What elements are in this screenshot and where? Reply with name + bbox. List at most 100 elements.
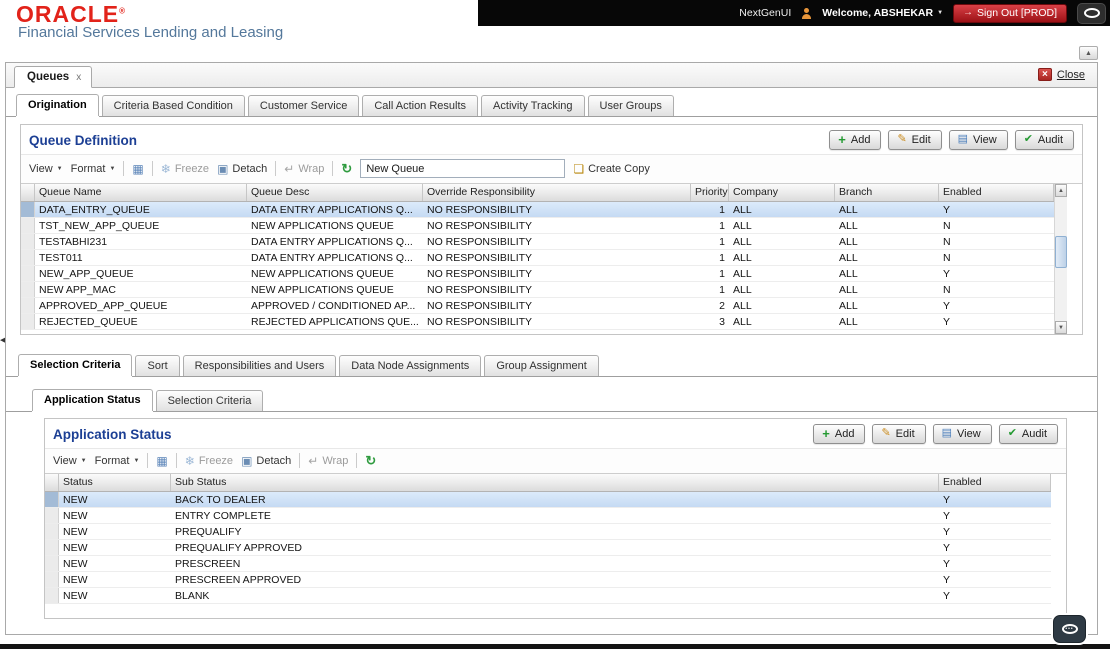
column-header-queue-name[interactable]: Queue Name [35, 184, 247, 201]
row-gutter [21, 314, 35, 329]
main-tab[interactable]: Criteria Based Condition [101, 95, 245, 116]
chat-widget-button[interactable]: ••• [1053, 615, 1086, 643]
new-queue-input[interactable] [360, 159, 566, 178]
cell-branch: ALL [839, 283, 858, 296]
refresh-button[interactable]: ↻ [365, 454, 376, 467]
cell-queue-desc: DATA ENTRY APPLICATIONS Q... [251, 235, 413, 248]
audit-button[interactable]: ✔ Audit [998, 424, 1058, 444]
main-tab-label: Customer Service [259, 100, 348, 112]
main-tab[interactable]: Origination [16, 94, 99, 116]
table-row[interactable]: NEW ENTRY COMPLETE Y [45, 508, 1051, 524]
view-button[interactable]: ▤ View [932, 424, 992, 444]
column-header-sub-status[interactable]: Sub Status [171, 474, 939, 491]
table-row[interactable]: NEW PRESCREEN APPROVED Y [45, 572, 1051, 588]
cell-company: ALL [733, 315, 752, 328]
freeze-button[interactable]: ❄ Freeze [185, 455, 233, 467]
signout-icon: → [963, 6, 974, 18]
signout-button[interactable]: → Sign Out [PROD] [953, 3, 1067, 23]
view-icon: ▤ [941, 427, 953, 439]
sub-tab[interactable]: Application Status [32, 389, 153, 411]
table-row[interactable]: NEW PRESCREEN Y [45, 556, 1051, 572]
wrap-button[interactable]: ↵ Wrap [308, 455, 348, 467]
freeze-icon: ❄ [184, 453, 195, 468]
add-button[interactable]: + Add [813, 424, 866, 444]
close-link[interactable]: × Close [1037, 68, 1085, 81]
column-header-enabled[interactable]: Enabled [939, 184, 1054, 201]
query-by-example-button[interactable]: ▦ [132, 163, 143, 175]
cell-enabled: Y [943, 557, 951, 570]
cell-queue-desc: DATA ENTRY APPLICATIONS Q... [251, 203, 413, 216]
selection-tab-label: Selection Criteria [30, 359, 121, 371]
selection-tab[interactable]: Sort [135, 355, 180, 376]
selection-tab[interactable]: Group Assignment [484, 355, 599, 376]
scroll-down-button[interactable]: ▼ [1055, 321, 1067, 334]
row-gutter [45, 556, 59, 571]
main-tab[interactable]: Call Action Results [362, 95, 479, 116]
cell-status: NEW [63, 557, 88, 570]
main-tab[interactable]: Customer Service [247, 95, 360, 116]
column-header-queue-desc[interactable]: Queue Desc [247, 184, 423, 201]
detach-button[interactable]: ▣ Detach [217, 163, 267, 175]
format-menu[interactable]: Format ▼ [95, 455, 140, 467]
table-row[interactable]: NEW_APP_QUEUE NEW APPLICATIONS QUEUE NO … [21, 266, 1054, 282]
format-menu[interactable]: Format ▼ [71, 163, 116, 175]
app-header: ORACLE® Financial Services Lending and L… [0, 0, 1110, 46]
scrollbar-thumb[interactable] [1055, 236, 1067, 268]
row-gutter [21, 234, 35, 249]
scroll-up-button[interactable]: ▲ [1055, 184, 1067, 197]
column-header-company[interactable]: Company [729, 184, 835, 201]
column-header-override-responsibility[interactable]: Override Responsibility [423, 184, 691, 201]
view-button[interactable]: ▤ View [948, 130, 1008, 150]
selection-tab[interactable]: Selection Criteria [18, 354, 133, 376]
view-menu[interactable]: View ▼ [53, 455, 87, 467]
main-tab-label: Activity Tracking [493, 100, 573, 112]
query-by-example-button[interactable]: ▦ [156, 455, 167, 467]
column-header-status[interactable]: Status [59, 474, 171, 491]
main-tab[interactable]: User Groups [587, 95, 674, 116]
cell-status: NEW [63, 525, 88, 538]
table-row[interactable]: TESTABHI231 DATA ENTRY APPLICATIONS Q...… [21, 234, 1054, 250]
chat-icon[interactable] [1077, 2, 1106, 24]
tab-close-icon[interactable]: x [76, 72, 81, 83]
queues-tab[interactable]: Queues x [14, 66, 93, 88]
table-row[interactable]: TEST011 DATA ENTRY APPLICATIONS Q... NO … [21, 250, 1054, 266]
cell-branch: ALL [839, 203, 858, 216]
cell-branch: ALL [839, 219, 858, 232]
table-row[interactable]: NEW PREQUALIFY APPROVED Y [45, 540, 1051, 556]
main-tab[interactable]: Activity Tracking [481, 95, 585, 116]
table-row[interactable]: NEW BLANK Y [45, 588, 1051, 604]
table-row[interactable]: NEW BACK TO DEALER Y [45, 492, 1051, 508]
cell-company: ALL [733, 235, 752, 248]
table-row[interactable]: DATA_ENTRY_QUEUE DATA ENTRY APPLICATIONS… [21, 202, 1054, 218]
close-label: Close [1056, 68, 1085, 81]
table-row[interactable]: NEW PREQUALIFY Y [45, 524, 1051, 540]
table-row[interactable]: TST_NEW_APP_QUEUE NEW APPLICATIONS QUEUE… [21, 218, 1054, 234]
selection-tab[interactable]: Data Node Assignments [339, 355, 482, 376]
column-header-priority[interactable]: Priority [691, 184, 729, 201]
page-scroll-up-button[interactable]: ▲ [1079, 46, 1098, 60]
row-gutter [21, 298, 35, 313]
column-header-enabled[interactable]: Enabled [939, 474, 1051, 491]
create-copy-label: Create Copy [588, 162, 650, 175]
view-menu[interactable]: View ▼ [29, 163, 63, 175]
create-copy-button[interactable]: ❏ Create Copy [573, 163, 650, 175]
welcome-user-menu[interactable]: Welcome, ABSHEKAR ▼ [822, 7, 943, 19]
column-header-branch[interactable]: Branch [835, 184, 939, 201]
selection-tab[interactable]: Responsibilities and Users [182, 355, 337, 376]
edit-button[interactable]: ✎ Edit [872, 424, 926, 444]
edit-label: Edit [895, 427, 915, 440]
wrap-button[interactable]: ↵ Wrap [284, 163, 324, 175]
audit-button[interactable]: ✔ Audit [1014, 130, 1074, 150]
table-row[interactable]: REJECTED_QUEUE REJECTED APPLICATIONS QUE… [21, 314, 1054, 330]
refresh-button[interactable]: ↻ [341, 162, 352, 175]
sub-tab[interactable]: Selection Criteria [155, 390, 264, 411]
detach-button[interactable]: ▣ Detach [241, 455, 291, 467]
queue-table-scrollbar[interactable]: ▲ ▼ [1054, 184, 1067, 334]
table-row[interactable]: APPROVED_APP_QUEUE APPROVED / CONDITIONE… [21, 298, 1054, 314]
freeze-button[interactable]: ❄ Freeze [161, 163, 209, 175]
cell-override-responsibility: NO RESPONSIBILITY [427, 203, 533, 216]
refresh-icon: ↻ [341, 161, 353, 176]
edit-button[interactable]: ✎ Edit [888, 130, 942, 150]
table-row[interactable]: NEW APP_MAC NEW APPLICATIONS QUEUE NO RE… [21, 282, 1054, 298]
add-button[interactable]: + Add [829, 130, 882, 150]
